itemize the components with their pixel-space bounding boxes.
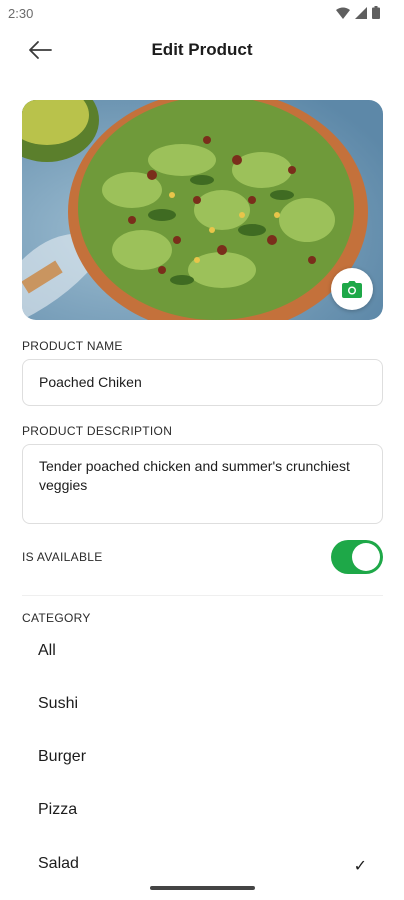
product-name-input[interactable]: Poached Chiken xyxy=(22,359,383,406)
category-item-salad[interactable]: Salad ✓ xyxy=(22,839,383,892)
wifi-icon xyxy=(336,6,350,24)
home-indicator xyxy=(150,886,255,890)
is-available-toggle[interactable] xyxy=(331,540,383,574)
category-item-all[interactable]: All xyxy=(22,626,383,679)
category-item-label: Burger xyxy=(38,748,87,765)
salad-photo xyxy=(22,100,383,320)
divider xyxy=(22,595,383,596)
category-label: CATEGORY xyxy=(22,611,91,625)
status-icons xyxy=(336,6,380,24)
category-item-label: Pizza xyxy=(38,801,78,818)
category-item-pizza[interactable]: Pizza xyxy=(22,785,383,838)
category-item-label: All xyxy=(38,642,56,659)
product-name-label: PRODUCT NAME xyxy=(22,339,123,353)
camera-icon xyxy=(342,280,362,298)
product-description-label: PRODUCT DESCRIPTION xyxy=(22,424,173,438)
signal-icon xyxy=(355,6,367,24)
check-icon: ✓ xyxy=(353,858,367,875)
status-bar: 2:30 xyxy=(0,0,404,26)
toggle-knob xyxy=(352,543,380,571)
is-available-label: IS AVAILABLE xyxy=(22,550,103,564)
page-title: Edit Product xyxy=(151,40,253,59)
product-image xyxy=(22,100,383,320)
app-bar: Edit Product xyxy=(0,26,404,74)
category-item-label: Sushi xyxy=(38,695,79,712)
category-item-label: Salad xyxy=(38,855,79,872)
category-item-sushi[interactable]: Sushi xyxy=(22,679,383,732)
category-item-burger[interactable]: Burger xyxy=(22,732,383,785)
status-time: 2:30 xyxy=(8,6,34,21)
battery-icon xyxy=(372,6,380,24)
change-photo-button[interactable] xyxy=(331,268,373,310)
product-description-input[interactable]: Tender poached chicken and summer's crun… xyxy=(22,444,383,524)
